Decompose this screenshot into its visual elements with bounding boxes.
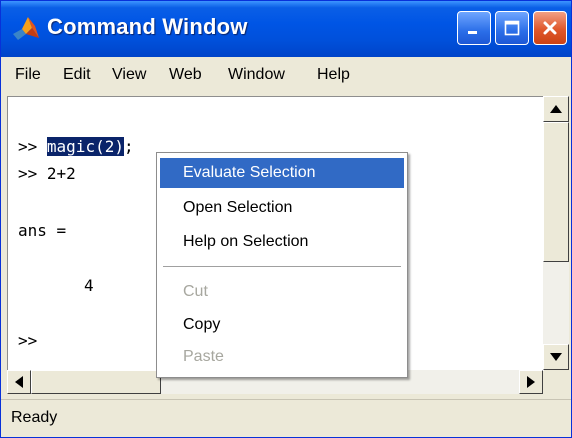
- console-line-2: >> 2+2: [18, 164, 76, 183]
- selected-text[interactable]: magic(2): [46, 137, 124, 156]
- scroll-right-button[interactable]: [519, 370, 543, 394]
- menu-item-help-on-selection[interactable]: Help on Selection: [160, 227, 404, 257]
- vertical-scrollbar[interactable]: [543, 96, 569, 370]
- close-icon: [543, 21, 557, 35]
- prompt: >>: [18, 137, 47, 156]
- line-suffix: ;: [123, 137, 134, 156]
- menu-edit[interactable]: Edit: [63, 66, 91, 84]
- arrow-right-icon: [527, 376, 535, 388]
- window-title: Command Window: [47, 14, 248, 39]
- vertical-scroll-thumb[interactable]: [543, 122, 569, 262]
- context-menu: Evaluate Selection Open Selection Help o…: [156, 152, 408, 378]
- menu-item-paste: Paste: [183, 348, 224, 365]
- close-button[interactable]: [533, 11, 567, 45]
- menu-item-open-selection[interactable]: Open Selection: [160, 193, 404, 223]
- matlab-logo-icon: [13, 17, 39, 40]
- minimize-button[interactable]: [457, 11, 491, 45]
- menu-item-cut: Cut: [183, 283, 208, 300]
- console-line-4: 4: [84, 276, 94, 295]
- console-line-3: ans =: [18, 221, 67, 240]
- menu-file[interactable]: File: [15, 66, 41, 84]
- scroll-up-button[interactable]: [543, 96, 569, 122]
- arrow-left-icon: [15, 376, 23, 388]
- status-bar: Ready: [1, 399, 571, 437]
- title-bar[interactable]: Command Window: [1, 1, 571, 57]
- horizontal-scroll-thumb[interactable]: [31, 370, 161, 394]
- arrow-down-icon: [550, 353, 562, 361]
- menu-item-copy[interactable]: Copy: [160, 310, 404, 340]
- maximize-button[interactable]: [495, 11, 529, 45]
- menu-help[interactable]: Help: [317, 66, 350, 84]
- maximize-icon: [504, 20, 520, 36]
- menu-bar: File Edit View Web Window Help: [1, 57, 571, 93]
- menu-window[interactable]: Window: [228, 66, 285, 84]
- arrow-up-icon: [550, 105, 562, 113]
- menu-web[interactable]: Web: [169, 66, 202, 84]
- status-text: Ready: [11, 409, 58, 426]
- console-line-1: >> magic(2);: [18, 137, 134, 156]
- minimize-icon: [468, 31, 477, 34]
- menu-separator: [163, 266, 401, 268]
- menu-view[interactable]: View: [112, 66, 146, 84]
- scroll-left-button[interactable]: [7, 370, 31, 394]
- menu-item-evaluate-selection[interactable]: Evaluate Selection: [160, 158, 404, 188]
- scroll-down-button[interactable]: [543, 344, 569, 370]
- console-line-5: >>: [18, 331, 38, 350]
